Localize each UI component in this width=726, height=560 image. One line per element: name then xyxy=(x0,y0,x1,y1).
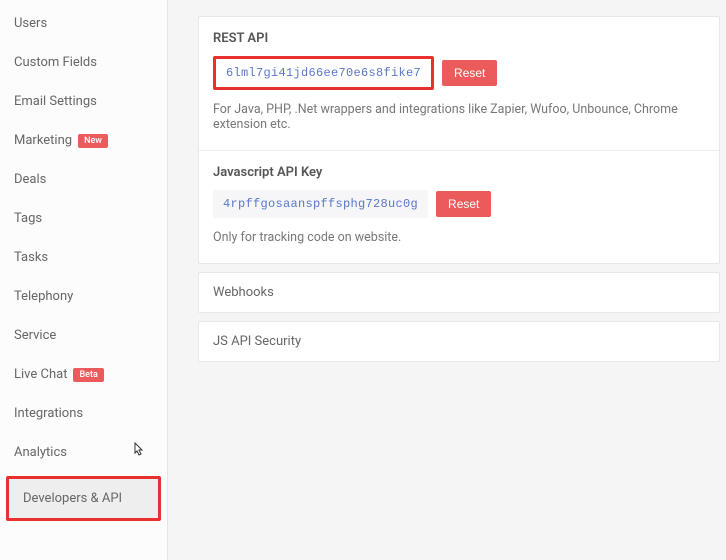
sidebar-item-tasks[interactable]: Tasks xyxy=(0,238,167,277)
sidebar-item-analytics[interactable]: Analytics xyxy=(0,433,167,472)
sidebar-item-deals[interactable]: Deals xyxy=(0,160,167,199)
sidebar-item-label: Deals xyxy=(14,172,46,187)
js-api-security-accordion[interactable]: JS API Security xyxy=(198,321,720,362)
rest-api-title: REST API xyxy=(213,31,705,46)
sidebar-item-developers-api[interactable]: Developers & API xyxy=(6,476,161,521)
rest-api-reset-button[interactable]: Reset xyxy=(442,60,497,86)
sidebar-item-integrations[interactable]: Integrations xyxy=(0,394,167,433)
sidebar-item-label: Marketing xyxy=(14,133,72,148)
js-api-help: Only for tracking code on website. xyxy=(213,230,705,245)
sidebar-item-label: Custom Fields xyxy=(14,55,97,70)
sidebar-item-label: Tags xyxy=(14,211,42,226)
sidebar-item-telephony[interactable]: Telephony xyxy=(0,277,167,316)
sidebar-item-label: Analytics xyxy=(14,445,67,460)
sidebar-item-live-chat[interactable]: Live Chat Beta xyxy=(0,355,167,394)
js-api-title: Javascript API Key xyxy=(213,165,705,180)
sidebar-item-users[interactable]: Users xyxy=(0,4,167,43)
rest-api-key[interactable]: 6lml7gi41jd66ee70e6s8fike7 xyxy=(213,56,434,90)
js-api-reset-button[interactable]: Reset xyxy=(436,191,491,217)
sidebar-item-tags[interactable]: Tags xyxy=(0,199,167,238)
rest-api-help: For Java, PHP, .Net wrappers and integra… xyxy=(213,102,705,132)
js-api-key[interactable]: 4rpffgosaanspffsphg728uc0g xyxy=(213,190,428,218)
sidebar-item-service[interactable]: Service xyxy=(0,316,167,355)
rest-api-section: REST API 6lml7gi41jd66ee70e6s8fike7 Rese… xyxy=(199,17,719,150)
sidebar-item-label: Developers & API xyxy=(23,491,122,506)
main-content: REST API 6lml7gi41jd66ee70e6s8fike7 Rese… xyxy=(168,0,726,560)
sidebar-item-custom-fields[interactable]: Custom Fields xyxy=(0,43,167,82)
webhooks-accordion[interactable]: Webhooks xyxy=(198,272,720,313)
sidebar-item-marketing[interactable]: Marketing New xyxy=(0,121,167,160)
js-api-section: Javascript API Key 4rpffgosaanspffsphg72… xyxy=(199,150,719,263)
sidebar-item-label: Telephony xyxy=(14,289,73,304)
sidebar-item-label: Users xyxy=(14,16,47,31)
sidebar-item-label: Live Chat xyxy=(14,367,67,382)
new-badge: New xyxy=(78,134,108,148)
sidebar-item-email-settings[interactable]: Email Settings xyxy=(0,82,167,121)
sidebar-item-label: Service xyxy=(14,328,56,343)
sidebar-item-label: Integrations xyxy=(14,406,83,421)
beta-badge: Beta xyxy=(73,368,103,382)
sidebar-item-label: Tasks xyxy=(14,250,48,265)
sidebar: Users Custom Fields Email Settings Marke… xyxy=(0,0,168,560)
api-keys-panel: REST API 6lml7gi41jd66ee70e6s8fike7 Rese… xyxy=(198,16,720,264)
sidebar-item-label: Email Settings xyxy=(14,94,97,109)
